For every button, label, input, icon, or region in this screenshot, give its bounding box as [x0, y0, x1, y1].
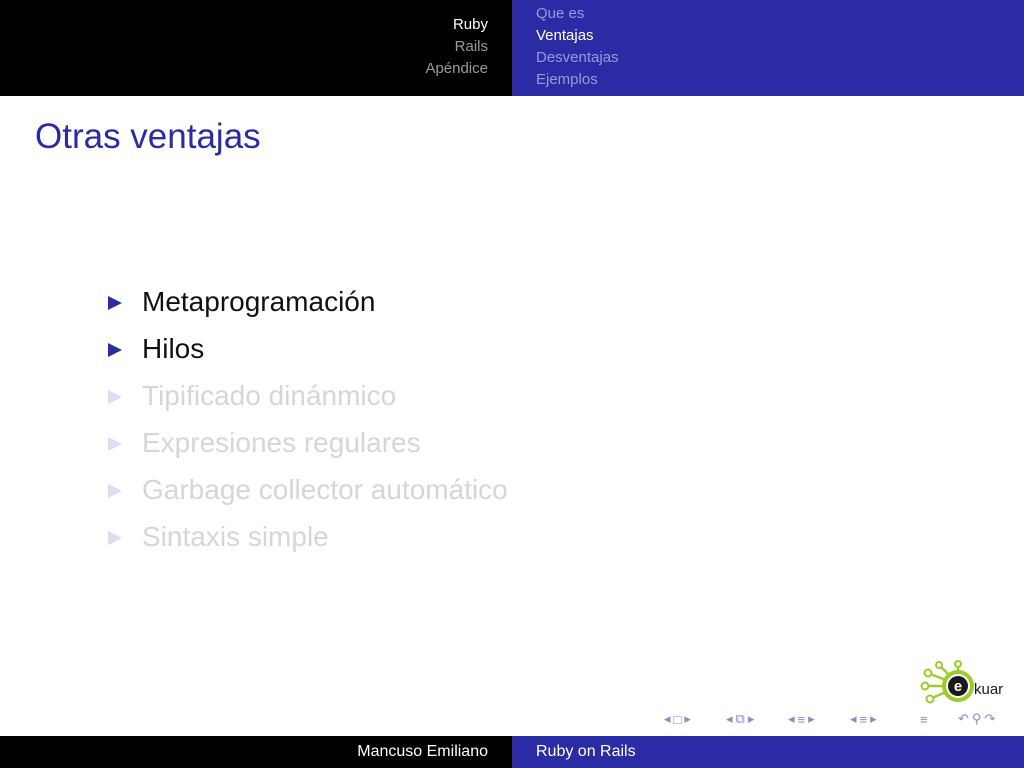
nav-subsection-ejemplos[interactable]: Ejemplos	[536, 69, 619, 91]
beamer-headline: Ruby Rails Apéndice Que es Ventajas Desv…	[0, 0, 1024, 96]
frame-navigation: ◂ □ ▸	[664, 708, 691, 730]
list-item: Tipificado dinánmico	[108, 378, 508, 425]
ekuar-logo: e kuar	[920, 660, 1003, 704]
triangle-bullet-icon	[108, 437, 122, 451]
logo-text: kuar	[974, 681, 1003, 698]
triangle-bullet-icon	[108, 484, 122, 498]
section-navigation-controls: ◂ ≡ ▸	[850, 708, 877, 730]
footer-title-box: Ruby on Rails	[512, 736, 1024, 768]
footer-title: Ruby on Rails	[536, 743, 636, 760]
prev-subsection-arrow-icon[interactable]: ◂	[788, 711, 795, 727]
triangle-bullet-icon	[108, 343, 122, 357]
list-item-text: Sintaxis simple	[142, 521, 329, 552]
redo-icon[interactable]: ↷	[984, 711, 995, 727]
bullet-list: Metaprogramación Hilos Tipificado dinánm…	[108, 284, 508, 566]
next-frame-arrow-icon[interactable]: ▸	[684, 711, 691, 727]
subsection-navigation: Que es Ventajas Desventajas Ejemplos	[512, 0, 1024, 96]
next-subsection-arrow-icon[interactable]: ▸	[808, 711, 815, 727]
next-subframe-arrow-icon[interactable]: ▸	[748, 711, 755, 727]
frame-title: Otras ventajas	[35, 117, 261, 156]
prev-frame-arrow-icon[interactable]: ◂	[664, 711, 671, 727]
nav-subsection-desventajas[interactable]: Desventajas	[536, 47, 619, 69]
footer-author: Mancuso Emiliano	[357, 743, 488, 760]
list-item: Sintaxis simple	[108, 519, 508, 566]
footer-author-box: Mancuso Emiliano	[0, 736, 512, 768]
list-item: Metaprogramación	[108, 284, 508, 331]
beamer-footline: Mancuso Emiliano Ruby on Rails	[0, 736, 1024, 768]
subsection-list: Que es Ventajas Desventajas Ejemplos	[536, 3, 619, 91]
section-navigation: Ruby Rails Apéndice	[0, 0, 512, 96]
document-icon[interactable]: ≡	[920, 712, 928, 727]
document-navigation: ≡	[920, 708, 928, 730]
subsection-frame-navigation: ◂ ⧉ ▸	[726, 708, 754, 730]
section-icon[interactable]: ≡	[860, 712, 868, 727]
frame-icon[interactable]: □	[674, 712, 682, 727]
subsection-navigation-controls: ◂ ≡ ▸	[788, 708, 815, 730]
nav-section-ruby[interactable]: Ruby	[425, 14, 488, 36]
nav-subsection-ventajas[interactable]: Ventajas	[536, 25, 619, 47]
list-item-text: Metaprogramación	[142, 286, 376, 317]
triangle-bullet-icon	[108, 531, 122, 545]
prev-section-arrow-icon[interactable]: ◂	[850, 711, 857, 727]
list-item: Expresiones regulares	[108, 425, 508, 472]
next-section-arrow-icon[interactable]: ▸	[870, 711, 877, 727]
list-item-text: Tipificado dinánmico	[142, 380, 397, 411]
prev-subframe-arrow-icon[interactable]: ◂	[726, 711, 733, 727]
search-navigation: ↶ ⚲ ↷	[958, 708, 995, 730]
section-list: Ruby Rails Apéndice	[425, 14, 488, 80]
list-item-text: Hilos	[142, 333, 205, 364]
list-item-text: Expresiones regulares	[142, 427, 421, 458]
list-item: Garbage collector automático	[108, 472, 508, 519]
list-item: Hilos	[108, 331, 508, 378]
nav-section-rails[interactable]: Rails	[425, 36, 488, 58]
search-icon[interactable]: ⚲	[972, 711, 982, 727]
subsection-icon[interactable]: ≡	[798, 712, 806, 727]
logo-letter: e	[954, 678, 962, 695]
stacked-frames-icon[interactable]: ⧉	[736, 711, 745, 727]
list-item-text: Garbage collector automático	[142, 474, 508, 505]
undo-icon[interactable]: ↶	[958, 711, 969, 727]
triangle-bullet-icon	[108, 390, 122, 404]
nav-subsection-que-es[interactable]: Que es	[536, 3, 619, 25]
triangle-bullet-icon	[108, 296, 122, 310]
nav-section-apendice[interactable]: Apéndice	[425, 58, 488, 80]
